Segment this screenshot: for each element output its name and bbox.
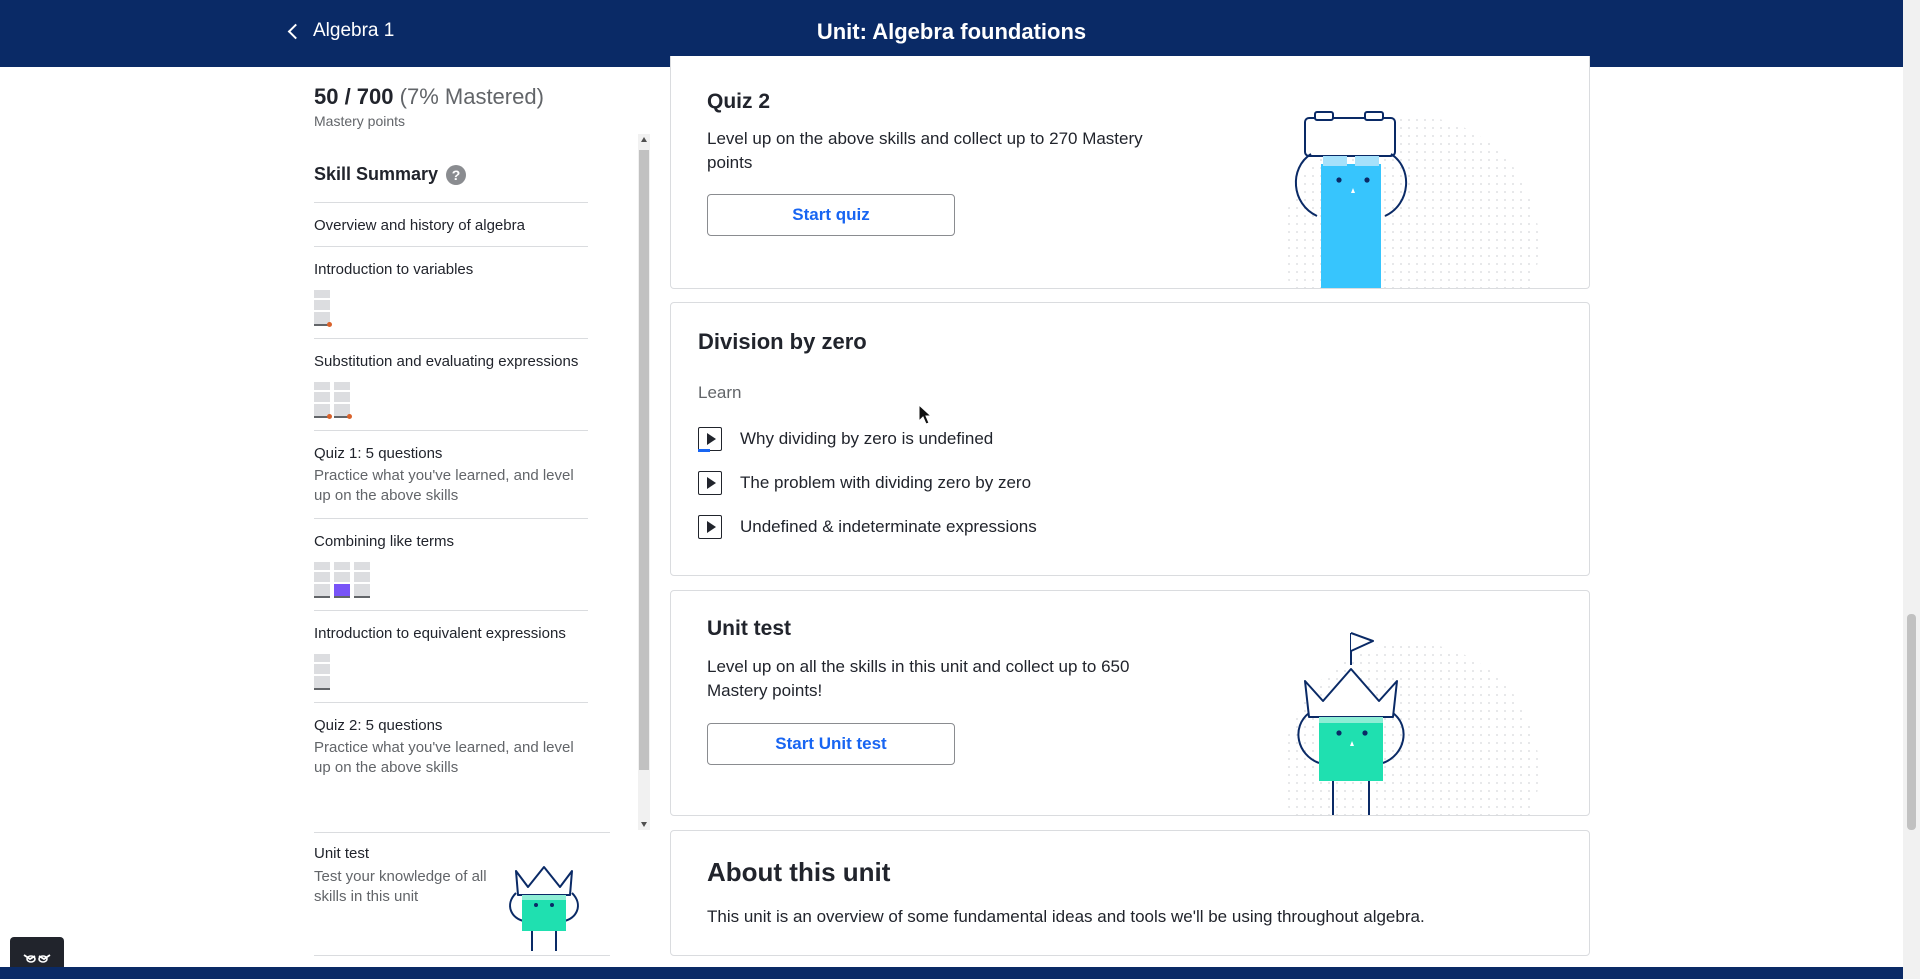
skill-tower-mastered — [334, 562, 350, 598]
lesson-title: Division by zero — [698, 329, 867, 354]
unit-character-icon — [1283, 632, 1539, 815]
mastery-points-value: 50 / 700 — [314, 84, 394, 109]
sidebar-item-quiz-1[interactable]: Quiz 1: 5 questions Practice what you've… — [314, 430, 588, 518]
start-unit-test-button[interactable]: Start Unit test — [707, 723, 955, 765]
mastery-points-label: Mastery points — [314, 113, 406, 129]
skill-tower — [354, 562, 370, 598]
sidebar-item-equivalent-expressions[interactable]: Introduction to equivalent expressions — [314, 610, 588, 702]
skill-summary-list: Overview and history of algebra Introduc… — [314, 202, 588, 790]
video-link[interactable]: Undefined & indeterminate expressions — [698, 515, 1037, 539]
quiz-2-title: Quiz 2 — [707, 90, 771, 113]
sidebar-item-label: Overview and history of algebra — [314, 217, 525, 234]
page-scroll-thumb[interactable] — [1907, 614, 1916, 830]
scroll-up-icon[interactable] — [641, 137, 647, 142]
footer-bar — [0, 967, 1903, 979]
about-description: This unit is an overview of some fundame… — [707, 907, 1425, 926]
skill-summary-title: Skill Summary — [314, 164, 439, 184]
skill-progress — [314, 380, 588, 419]
video-link[interactable]: The problem with dividing zero by zero — [698, 471, 1031, 495]
sidebar-item-desc: Practice what you've learned, and level … — [314, 739, 574, 776]
skill-tower — [334, 382, 352, 419]
about-title: About this unit — [707, 857, 891, 887]
video-link[interactable]: Why dividing by zero is undefined — [698, 427, 994, 452]
sidebar-item-overview[interactable]: Overview and history of algebra — [314, 202, 588, 246]
unit-test-description: Level up on all the skills in this unit … — [707, 657, 1130, 700]
video-title: Undefined & indeterminate expressions — [740, 517, 1037, 536]
quiz-character-icon — [1283, 111, 1539, 288]
sidebar-item-label: Quiz 1: 5 questions — [314, 445, 443, 462]
sidebar-item-label: Introduction to variables — [314, 261, 474, 278]
sidebar-item-like-terms[interactable]: Combining like terms — [314, 518, 588, 610]
scroll-down-icon[interactable] — [641, 822, 647, 827]
quiz-2-description: Level up on the above skills and collect… — [707, 129, 1143, 172]
sidebar-item-label: Substitution and evaluating expressions — [314, 353, 579, 370]
sidebar-item-desc: Practice what you've learned, and level … — [314, 467, 574, 504]
sidebar-item-desc: Test your knowledge of all skills in thi… — [314, 868, 487, 905]
skill-progress — [314, 288, 588, 327]
video-title: Why dividing by zero is undefined — [740, 429, 994, 448]
unit-test-title: Unit test — [707, 617, 791, 640]
division-by-zero-card: Division by zero Learn Why dividing by z… — [670, 302, 1590, 576]
skill-summary-heading: Skill Summary ? — [314, 164, 467, 185]
sidebar-item-unit-test[interactable]: Unit test Test your knowledge of all ski… — [314, 832, 610, 956]
mastery-summary: 50 / 700 (7% Mastered) Mastery points — [314, 84, 544, 129]
page-title: Unit: Algebra foundations — [816, 19, 1087, 44]
skill-tower — [314, 382, 332, 419]
sidebar-scroll-thumb[interactable] — [639, 150, 649, 770]
unit-test-character-icon — [509, 866, 579, 951]
sidebar-item-label: Quiz 2: 5 questions — [314, 717, 443, 734]
sidebar-item-label: Combining like terms — [314, 533, 455, 550]
sidebar-item-substitution[interactable]: Substitution and evaluating expressions — [314, 338, 588, 430]
about-unit-card: About this unit This unit is an overview… — [670, 830, 1590, 956]
question-circle-icon[interactable]: ? — [446, 164, 467, 185]
skill-progress — [314, 560, 588, 598]
sidebar-item-variables[interactable]: Introduction to variables — [314, 246, 588, 338]
sidebar-item-quiz-2[interactable]: Quiz 2: 5 questions Practice what you've… — [314, 702, 588, 790]
play-icon — [698, 515, 722, 539]
sidebar-scrollbar[interactable] — [638, 134, 650, 830]
unit-test-card: Unit test Level up on all the skills in … — [670, 590, 1590, 816]
play-icon — [698, 427, 722, 452]
learn-label: Learn — [698, 383, 742, 402]
mouse-cursor-icon — [918, 404, 932, 425]
mastery-points: 50 / 700 (7% Mastered) — [314, 84, 544, 110]
mastery-percent: (7% Mastered) — [399, 84, 544, 109]
start-quiz-button[interactable]: Start quiz — [707, 194, 955, 236]
glasses-icon — [23, 954, 51, 963]
sidebar-item-label: Introduction to equivalent expressions — [314, 625, 566, 642]
play-icon — [698, 471, 722, 495]
quiz-2-card: Quiz 2 Level up on the above skills and … — [670, 56, 1590, 289]
sidebar-item-label: Unit test — [314, 845, 370, 862]
page-scrollbar[interactable] — [1903, 0, 1920, 979]
skill-progress — [314, 652, 588, 690]
skill-tower — [314, 290, 332, 327]
skill-tower — [314, 654, 330, 690]
skill-tower — [314, 562, 330, 598]
video-title: The problem with dividing zero by zero — [740, 473, 1032, 492]
